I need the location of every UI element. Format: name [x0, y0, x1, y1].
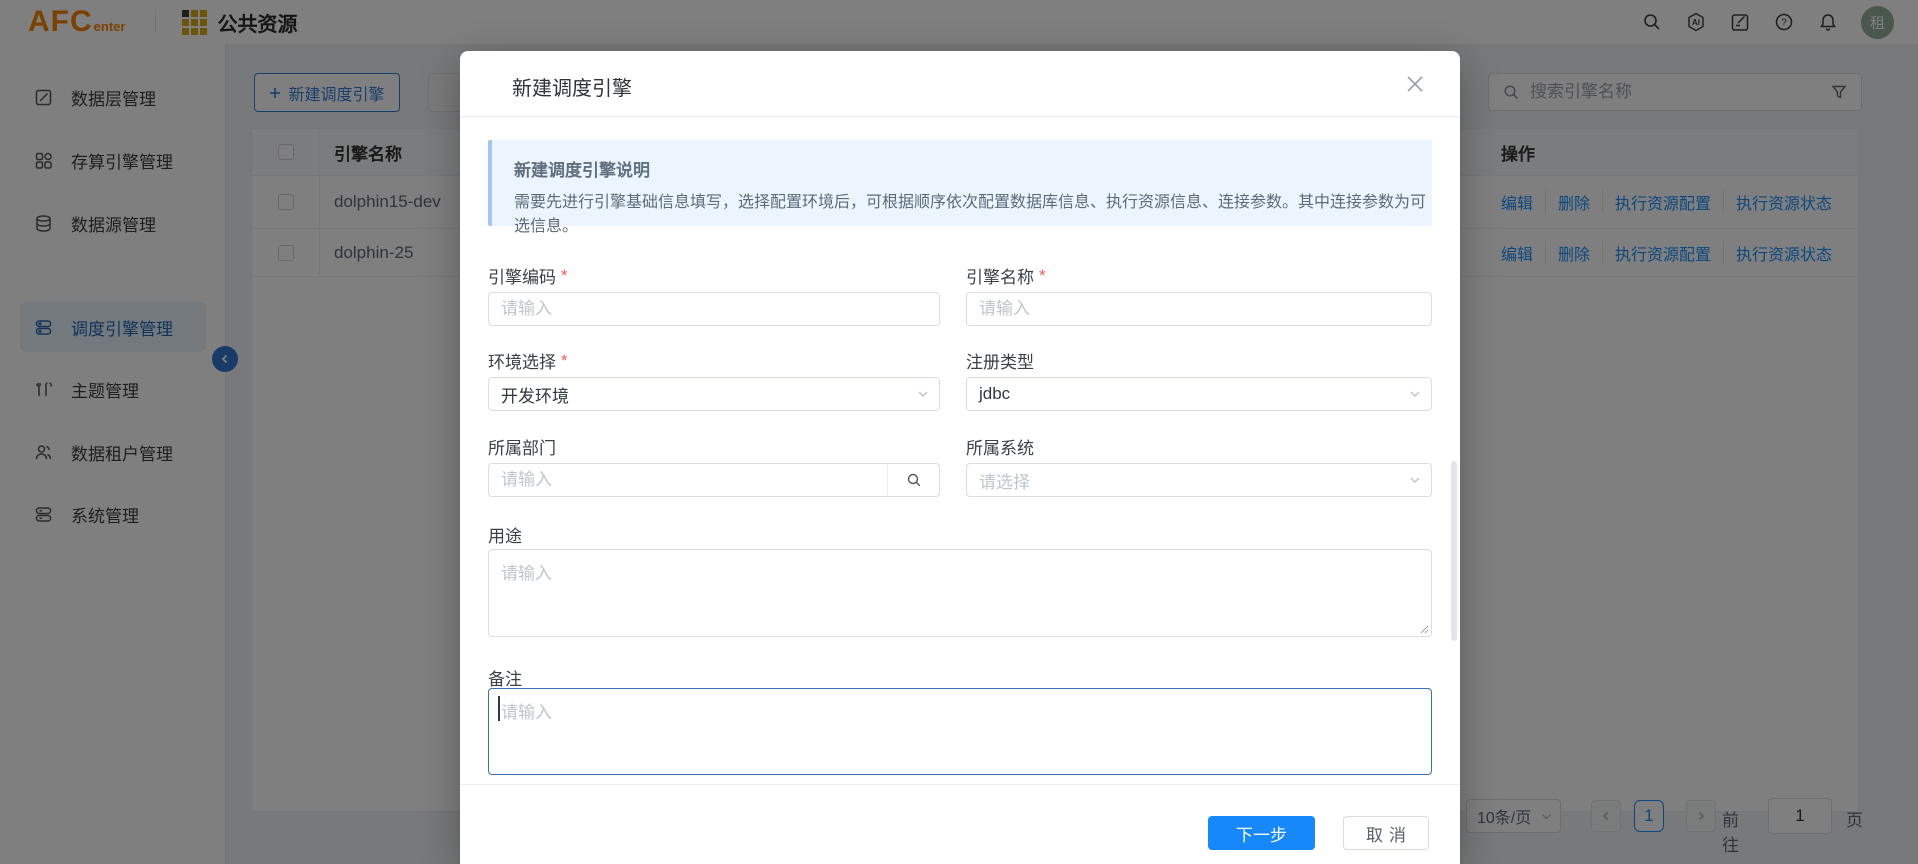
usage-field-wrap	[488, 549, 1432, 637]
modal-header: 新建调度引擎	[460, 51, 1460, 117]
required-mark: *	[1039, 266, 1046, 286]
info-banner-title: 新建调度引擎说明	[514, 156, 650, 181]
required-mark: *	[561, 266, 568, 286]
engine-code-label: 引擎编码*	[488, 263, 940, 288]
department-field-wrap	[488, 463, 940, 497]
new-engine-modal: 新建调度引擎 新建调度引擎说明 需要先进行引擎基础信息填写，选择配置环境后，可根…	[460, 51, 1460, 864]
info-banner-desc: 需要先进行引擎基础信息填写，选择配置环境后，可根据顺序依次配置数据库信息、执行资…	[514, 188, 1432, 236]
modal-scrollbar-thumb[interactable]	[1451, 461, 1457, 641]
engine-code-input[interactable]	[489, 293, 939, 325]
text-caret	[498, 696, 500, 721]
chevron-down-icon	[1409, 474, 1421, 486]
reg-type-select[interactable]: jdbc	[966, 377, 1432, 411]
modal-title: 新建调度引擎	[512, 72, 632, 101]
info-banner: 新建调度引擎说明 需要先进行引擎基础信息填写，选择配置环境后，可根据顺序依次配置…	[488, 140, 1432, 226]
engine-code-field-wrap	[488, 292, 940, 326]
resize-handle-icon[interactable]	[1419, 624, 1429, 634]
remark-field-wrap	[488, 688, 1432, 775]
chevron-down-icon	[1409, 388, 1421, 400]
chevron-down-icon	[917, 388, 929, 400]
cancel-button[interactable]: 取消	[1343, 816, 1429, 850]
system-select[interactable]: 请选择	[966, 463, 1432, 497]
department-search-icon[interactable]	[887, 464, 939, 496]
department-input[interactable]	[489, 464, 939, 496]
engine-name-label: 引擎名称*	[966, 263, 1432, 288]
engine-name-input[interactable]	[967, 293, 1431, 325]
close-icon[interactable]	[1404, 73, 1426, 95]
usage-textarea[interactable]	[489, 550, 1431, 636]
remark-textarea[interactable]	[489, 689, 1431, 774]
required-mark: *	[561, 351, 568, 371]
reg-type-label: 注册类型	[966, 348, 1432, 373]
env-select-label: 环境选择*	[488, 348, 940, 373]
usage-label: 用途	[488, 522, 522, 547]
engine-name-field-wrap	[966, 292, 1432, 326]
department-label: 所属部门	[488, 434, 940, 459]
remark-label: 备注	[488, 665, 522, 690]
next-step-button[interactable]: 下一步	[1208, 816, 1315, 850]
system-label: 所属系统	[966, 434, 1432, 459]
modal-footer: 下一步 取消	[460, 784, 1460, 864]
env-select[interactable]: 开发环境	[488, 377, 940, 411]
